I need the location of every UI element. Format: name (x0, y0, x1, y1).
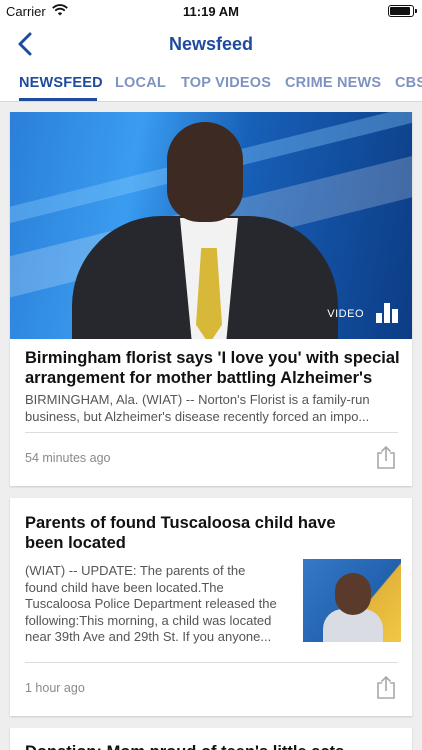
summary-line: found child have been located.The (25, 579, 224, 595)
article-headline[interactable]: Donation: Mom proud of teen's little act… (25, 742, 358, 750)
divider (25, 662, 398, 663)
summary-line: near 39th Ave and 29th St. If you anyone… (25, 629, 272, 644)
article-headline[interactable]: Birmingham florist says 'I love you' wit… (25, 348, 400, 388)
tab-top-videos[interactable]: TOP VIDEOS (181, 75, 271, 91)
headline-line: Parents of found Tuscaloosa child have (25, 514, 336, 532)
share-icon[interactable] (375, 445, 397, 469)
clock: 11:19 AM (183, 4, 239, 19)
headline-line: arrangement for mother battling Alzheime… (25, 369, 373, 387)
article-headline[interactable]: Parents of found Tuscaloosa child have b… (25, 513, 336, 553)
anchor-head (167, 122, 243, 222)
article-video-thumbnail[interactable]: VIDEO (10, 112, 412, 339)
status-bar: Carrier 11:19 AM (0, 0, 422, 22)
timestamp: 1 hour ago (25, 681, 85, 695)
tab-local[interactable]: LOCAL (115, 75, 166, 91)
timestamp: 54 minutes ago (25, 451, 111, 465)
active-tab-indicator (19, 98, 97, 101)
article-thumbnail[interactable] (303, 559, 401, 642)
article-card[interactable]: Parents of found Tuscaloosa child have b… (10, 498, 412, 716)
article-card[interactable]: VIDEO Birmingham florist says 'I love yo… (10, 112, 412, 486)
article-summary: (WIAT) -- UPDATE: The parents of the fou… (25, 563, 277, 646)
share-icon[interactable] (375, 675, 397, 699)
summary-line: business, but Alzheimer's disease recent… (25, 408, 370, 424)
bar-chart-icon (376, 303, 400, 323)
navigation-bar: Newsfeed (0, 22, 422, 66)
summary-line: (WIAT) -- UPDATE: The parents of the (25, 563, 246, 578)
divider (25, 432, 398, 433)
tab-crime-news[interactable]: CRIME NEWS (285, 75, 381, 91)
tab-newsfeed[interactable]: NEWSFEED (19, 75, 103, 91)
video-label: VIDEO (327, 308, 364, 320)
page-title: Newsfeed (168, 34, 254, 54)
headline-line: Birmingham florist says 'I love you' wit… (25, 349, 400, 367)
section-tabs: NEWSFEED LOCAL TOP VIDEOS CRIME NEWS CBS (0, 66, 422, 102)
article-summary: BIRMINGHAM, Ala. (WIAT) -- Norton's Flor… (25, 392, 370, 425)
battery-icon (388, 5, 417, 17)
article-card[interactable]: Donation: Mom proud of teen's little act… (10, 728, 412, 750)
summary-line: BIRMINGHAM, Ala. (WIAT) -- Norton's Flor… (25, 392, 370, 407)
tab-cbs[interactable]: CBS (395, 75, 422, 91)
headline-line: been located (25, 534, 126, 552)
child-figure (335, 573, 371, 615)
summary-line: Tuscaloosa Police Department released th… (25, 596, 277, 611)
summary-line: following:This morning, a child was loca… (25, 612, 272, 628)
